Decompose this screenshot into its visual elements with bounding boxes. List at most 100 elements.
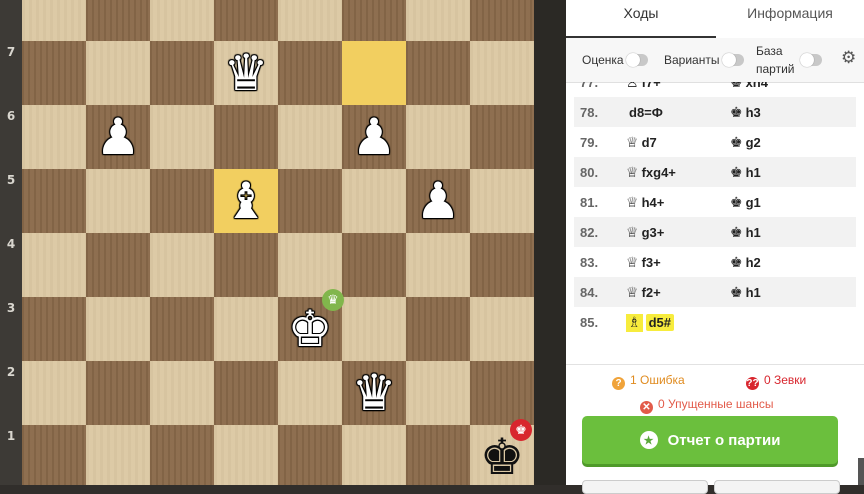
square-g2[interactable] — [406, 361, 470, 425]
black-move[interactable]: ♚ g1 — [730, 195, 761, 211]
secondary-button-right[interactable] — [714, 480, 840, 494]
square-a3[interactable] — [22, 297, 86, 361]
black-move[interactable] — [730, 315, 733, 331]
square-b2[interactable] — [86, 361, 150, 425]
square-c6[interactable] — [150, 105, 214, 169]
square-b8[interactable] — [86, 0, 150, 41]
black-move[interactable]: ♚ h1 — [730, 285, 761, 301]
missed-label: 0 Упущенные шансы — [658, 397, 774, 411]
square-b1[interactable] — [86, 425, 150, 485]
square-f1[interactable] — [342, 425, 406, 485]
black-move[interactable]: ♚ h1 — [730, 165, 761, 181]
square-f4[interactable] — [342, 233, 406, 297]
square-d8[interactable] — [214, 0, 278, 41]
square-d6[interactable] — [214, 105, 278, 169]
square-f5[interactable] — [342, 169, 406, 233]
square-a7[interactable] — [22, 41, 86, 105]
eval-toggle[interactable] — [626, 53, 648, 67]
square-c7[interactable] — [150, 41, 214, 105]
square-c1[interactable] — [150, 425, 214, 485]
white-queen-icon[interactable]: ♛ — [342, 361, 406, 425]
secondary-button-left[interactable] — [582, 480, 708, 494]
square-f8[interactable] — [342, 0, 406, 41]
white-move[interactable]: ♕ g3+ — [626, 225, 664, 241]
white-pawn-icon[interactable]: ♟ — [406, 169, 470, 233]
square-e8[interactable] — [278, 0, 342, 41]
square-a5[interactable] — [22, 169, 86, 233]
square-h2[interactable] — [470, 361, 534, 425]
square-c8[interactable] — [150, 0, 214, 41]
square-e6[interactable] — [278, 105, 342, 169]
square-h6[interactable] — [470, 105, 534, 169]
white-move[interactable]: ♕ f3+ — [626, 255, 661, 271]
square-a1[interactable] — [22, 425, 86, 485]
square-e7[interactable] — [278, 41, 342, 105]
white-move[interactable]: ♕ f2+ — [626, 285, 661, 301]
square-a2[interactable] — [22, 361, 86, 425]
square-d2[interactable] — [214, 361, 278, 425]
square-h8[interactable] — [470, 0, 534, 41]
square-a8[interactable] — [22, 0, 86, 41]
square-f3[interactable] — [342, 297, 406, 361]
square-h3[interactable] — [470, 297, 534, 361]
square-b4[interactable] — [86, 233, 150, 297]
white-move[interactable]: ♗ d5# — [626, 314, 674, 332]
variants-toggle[interactable] — [722, 53, 744, 67]
square-h7[interactable] — [470, 41, 534, 105]
mistakes-stat[interactable]: ? 1 Ошибка — [612, 373, 685, 390]
white-queen-icon[interactable]: ♛ — [214, 41, 278, 105]
square-d4[interactable] — [214, 233, 278, 297]
square-e4[interactable] — [278, 233, 342, 297]
white-move[interactable]: ♕ d7 — [626, 135, 657, 151]
square-c3[interactable] — [150, 297, 214, 361]
gear-icon[interactable]: ⚙ — [841, 48, 856, 68]
game-report-button[interactable]: ★ Отчет о партии — [582, 416, 838, 464]
blunders-stat[interactable]: ?? 0 Зевки — [746, 373, 806, 390]
black-move[interactable]: ♚ xh4 — [730, 82, 768, 91]
white-move-text: d5# — [645, 314, 674, 331]
star-icon: ★ — [639, 431, 658, 449]
square-g4[interactable] — [406, 233, 470, 297]
square-d3[interactable] — [214, 297, 278, 361]
tab-moves[interactable]: Ходы — [566, 0, 716, 38]
white-bishop-icon[interactable]: ♝ — [214, 169, 278, 233]
square-c2[interactable] — [150, 361, 214, 425]
square-b3[interactable] — [86, 297, 150, 361]
square-c5[interactable] — [150, 169, 214, 233]
square-g3[interactable] — [406, 297, 470, 361]
white-move-text: d8=Ф — [629, 105, 663, 120]
square-f7[interactable] — [342, 41, 406, 105]
square-e5[interactable] — [278, 169, 342, 233]
white-move[interactable]: ♕ h4+ — [626, 195, 664, 211]
square-h4[interactable] — [470, 233, 534, 297]
black-move[interactable]: ♚ h2 — [730, 255, 761, 271]
tab-info[interactable]: Информация — [716, 0, 864, 38]
square-g6[interactable] — [406, 105, 470, 169]
square-e1[interactable] — [278, 425, 342, 485]
white-move[interactable]: ♕ fxg4+ — [626, 165, 676, 181]
square-e2[interactable] — [278, 361, 342, 425]
chess-board[interactable]: ♛ ♟ ♟ ♝ ♟ ♚ ♛ ♚ ♛ ♚ — [22, 0, 534, 485]
black-move[interactable]: ♚ g2 — [730, 135, 761, 151]
square-b7[interactable] — [86, 41, 150, 105]
square-c4[interactable] — [150, 233, 214, 297]
square-b5[interactable] — [86, 169, 150, 233]
database-toggle[interactable] — [800, 53, 822, 67]
square-g1[interactable] — [406, 425, 470, 485]
black-move[interactable]: ♚ h3 — [730, 105, 761, 121]
missed-stat[interactable]: ✕ 0 Упущенные шансы — [640, 397, 773, 414]
square-a6[interactable] — [22, 105, 86, 169]
square-h5[interactable] — [470, 169, 534, 233]
white-move[interactable]: ♙ f7+ — [626, 82, 661, 91]
square-g7[interactable] — [406, 41, 470, 105]
white-pawn-icon[interactable]: ♟ — [342, 105, 406, 169]
scrollbar[interactable] — [858, 458, 864, 485]
black-move[interactable]: ♚ h1 — [730, 225, 761, 241]
square-a4[interactable] — [22, 233, 86, 297]
move-row: 83. ♕ f3+ ♚ h2 — [574, 247, 856, 277]
checkmated-icon: ♚ — [510, 419, 532, 441]
white-pawn-icon[interactable]: ♟ — [86, 105, 150, 169]
white-move[interactable]: d8=Ф — [626, 105, 663, 121]
square-d1[interactable] — [214, 425, 278, 485]
square-g8[interactable] — [406, 0, 470, 41]
